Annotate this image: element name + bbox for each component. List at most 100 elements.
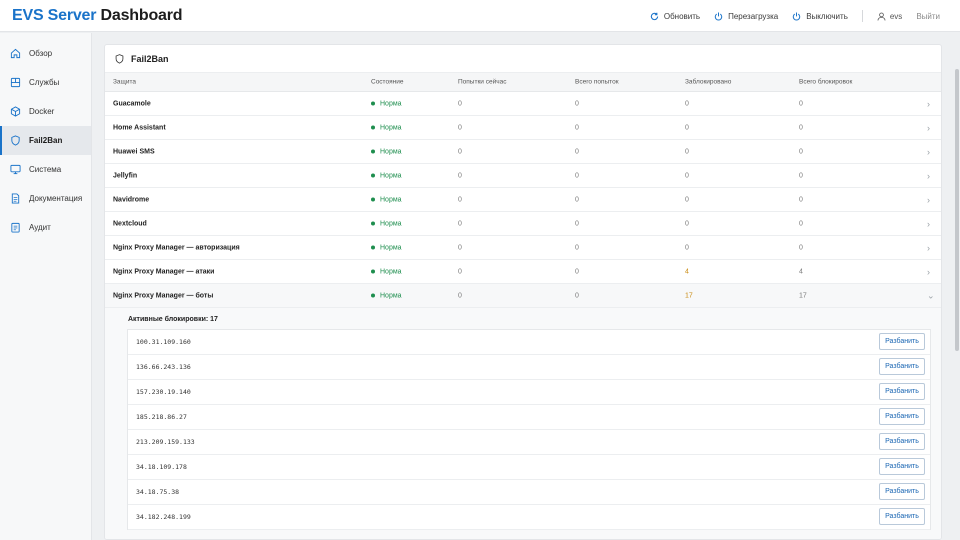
unban-button[interactable]: Разбанить	[879, 358, 925, 375]
blocked-total: 0	[799, 100, 803, 107]
status-text: Норма	[380, 172, 402, 179]
sidebar-item-label: Система	[29, 165, 62, 174]
scrollbar-thumb[interactable]	[955, 69, 959, 351]
table-row[interactable]: Navidrome Норма 0 0 0 0 ›	[105, 188, 941, 212]
table-row[interactable]: Nginx Proxy Manager — авторизация Норма 0 0…	[105, 236, 941, 260]
sidebar: Обзор Службы Docker Fail2Ban Система Док…	[0, 33, 92, 540]
status-badge: Норма	[371, 220, 402, 227]
column-header: Всего блокировок	[799, 78, 853, 86]
status-badge: Норма	[371, 268, 402, 275]
header-actions: Обновить Перезагрузка Выключить evs Выйт…	[650, 0, 940, 32]
status-dot	[371, 125, 375, 130]
chevron-down-icon[interactable]: ⌄	[927, 290, 935, 301]
unban-button[interactable]: Разбанить	[879, 433, 925, 450]
blocked-total: 0	[799, 196, 803, 203]
status-badge: Норма	[371, 148, 402, 155]
jail-name: Nginx Proxy Manager — атаки	[113, 268, 215, 275]
ban-list: 100.31.109.160 Разбанить 136.66.243.136 Раз…	[127, 329, 931, 530]
list-item: 157.230.19.140 Разбанить	[128, 380, 930, 405]
restart-button[interactable]: Перезагрузка	[714, 12, 778, 21]
sidebar-item-services[interactable]: Службы	[0, 68, 91, 97]
chevron-right-icon[interactable]: ›	[927, 267, 930, 277]
chevron-right-icon[interactable]: ›	[927, 243, 930, 253]
unban-button[interactable]: Разбанить	[879, 383, 925, 400]
unban-button[interactable]: Разбанить	[879, 483, 925, 500]
user-menu[interactable]: evs	[877, 12, 902, 21]
sidebar-item-documentation[interactable]: Документация	[0, 184, 91, 213]
blocked-count: 0	[685, 148, 689, 155]
chevron-right-icon[interactable]: ›	[927, 171, 930, 181]
attempts-total: 0	[575, 124, 579, 131]
table-row[interactable]: Home Assistant Норма 0 0 0 0 ›	[105, 116, 941, 140]
header-divider	[861, 10, 863, 22]
column-header: Попытки сейчас	[458, 78, 507, 86]
sidebar-item-fail2ban[interactable]: Fail2Ban	[0, 126, 91, 155]
list-item: 34.18.75.38 Разбанить	[128, 480, 930, 505]
column-header: Защита	[113, 78, 137, 86]
docker-icon	[10, 106, 21, 117]
sidebar-item-audit[interactable]: Аудит	[0, 213, 91, 242]
blocked-count: 0	[685, 124, 689, 131]
blocked-count: 0	[685, 196, 689, 203]
attempts-now: 0	[458, 100, 462, 107]
unban-button[interactable]: Разбанить	[879, 508, 925, 525]
status-badge: Норма	[371, 124, 402, 131]
chevron-right-icon[interactable]: ›	[927, 123, 930, 133]
sidebar-item-label: Fail2Ban	[29, 136, 63, 145]
status-dot	[371, 173, 375, 178]
shutdown-label: Выключить	[806, 11, 848, 21]
status-badge: Норма	[371, 292, 402, 299]
status-badge: Норма	[371, 244, 402, 251]
restart-label: Перезагрузка	[728, 11, 779, 21]
chevron-right-icon[interactable]: ›	[927, 219, 930, 229]
table-row[interactable]: Nextcloud Норма 0 0 0 0 ›	[105, 212, 941, 236]
refresh-button[interactable]: Обновить	[650, 12, 700, 21]
sidebar-item-label: Обзор	[29, 49, 53, 58]
status-dot	[371, 221, 375, 226]
monitor-icon	[10, 164, 21, 175]
jail-name: Jellyfin	[113, 172, 138, 179]
unban-button[interactable]: Разбанить	[879, 333, 925, 350]
unban-button[interactable]: Разбанить	[879, 408, 925, 425]
attempts-total: 0	[575, 148, 579, 155]
power-icon	[793, 12, 801, 20]
sidebar-item-docker[interactable]: Docker	[0, 97, 91, 126]
blocked-count: 4	[685, 268, 689, 275]
shutdown-button[interactable]: Выключить	[792, 12, 848, 21]
fail2ban-panel: Fail2Ban Защита Состояние Попытки сейчас…	[104, 44, 942, 540]
attempts-total: 0	[575, 220, 579, 227]
sidebar-item-overview[interactable]: Обзор	[0, 39, 91, 68]
status-dot	[371, 149, 375, 154]
table-row[interactable]: Nginx Proxy Manager — боты Норма 0 0 17 17 ⌄	[105, 284, 941, 308]
table-row[interactable]: Guacamole Норма 0 0 0 0 ›	[105, 92, 941, 116]
unban-button[interactable]: Разбанить	[879, 458, 925, 475]
app-title: EVS Server Dashboard	[12, 7, 183, 24]
blocked-total: 4	[799, 268, 803, 275]
blocked-total: 0	[799, 220, 803, 227]
jail-name: Nextcloud	[113, 220, 147, 227]
status-dot	[371, 101, 375, 106]
chevron-right-icon[interactable]: ›	[927, 99, 930, 109]
services-icon	[10, 77, 21, 88]
chevron-right-icon[interactable]: ›	[927, 147, 930, 157]
home-icon	[10, 48, 21, 59]
jail-table-body: Guacamole Норма 0 0 0 0 › Home Assistant Норма 0 0…	[105, 92, 941, 308]
blocked-total: 0	[799, 244, 803, 251]
scrollbar[interactable]	[954, 33, 960, 540]
clipboard-icon	[11, 222, 20, 233]
status-dot	[371, 245, 375, 250]
banned-ip: 213.209.159.133	[136, 438, 195, 446]
table-row[interactable]: Nginx Proxy Manager — атаки Норма 0 0 4 4 ›	[105, 260, 941, 284]
logout-button[interactable]: Выйти	[916, 12, 940, 21]
attempts-now: 0	[458, 124, 462, 131]
table-row[interactable]: Jellyfin Норма 0 0 0 0 ›	[105, 164, 941, 188]
status-text: Норма	[380, 100, 402, 107]
list-item: 136.66.243.136 Разбанить	[128, 355, 930, 380]
sidebar-item-system[interactable]: Система	[0, 155, 91, 184]
attempts-total: 0	[575, 172, 579, 179]
list-item: 34.18.109.178 Разбанить	[128, 455, 930, 480]
sidebar-item-label: Аудит	[29, 223, 51, 232]
top-bar: EVS Server Dashboard Обновить Перезагруз…	[0, 0, 960, 32]
table-row[interactable]: Huawei SMS Норма 0 0 0 0 ›	[105, 140, 941, 164]
chevron-right-icon[interactable]: ›	[927, 195, 930, 205]
